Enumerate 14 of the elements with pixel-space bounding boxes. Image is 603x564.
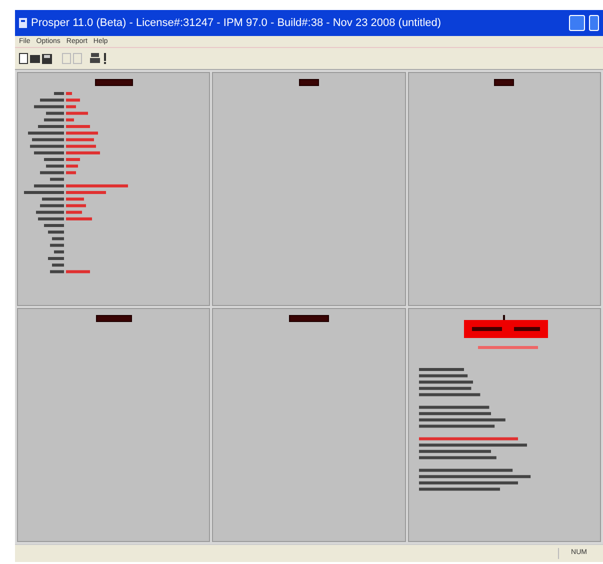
minimize-button[interactable]	[569, 15, 585, 31]
header-bar	[298, 79, 319, 86]
window-title: Prosper 11.0 (Beta) - License#:31247 - IPM 97.0 - Build#:38 - Nov 23 2008 (untitled)	[31, 16, 442, 31]
header-bar	[494, 79, 514, 86]
maximize-button[interactable]	[589, 15, 599, 31]
app-icon	[19, 18, 27, 28]
header-bar	[94, 79, 133, 86]
help-icon[interactable]	[102, 53, 108, 64]
new-file-icon[interactable]	[19, 53, 28, 64]
header-bar	[96, 315, 132, 322]
header-bar	[288, 315, 329, 322]
print-icon[interactable]	[90, 53, 100, 64]
save-icon[interactable]	[42, 54, 52, 64]
folder-icon[interactable]	[30, 54, 40, 63]
